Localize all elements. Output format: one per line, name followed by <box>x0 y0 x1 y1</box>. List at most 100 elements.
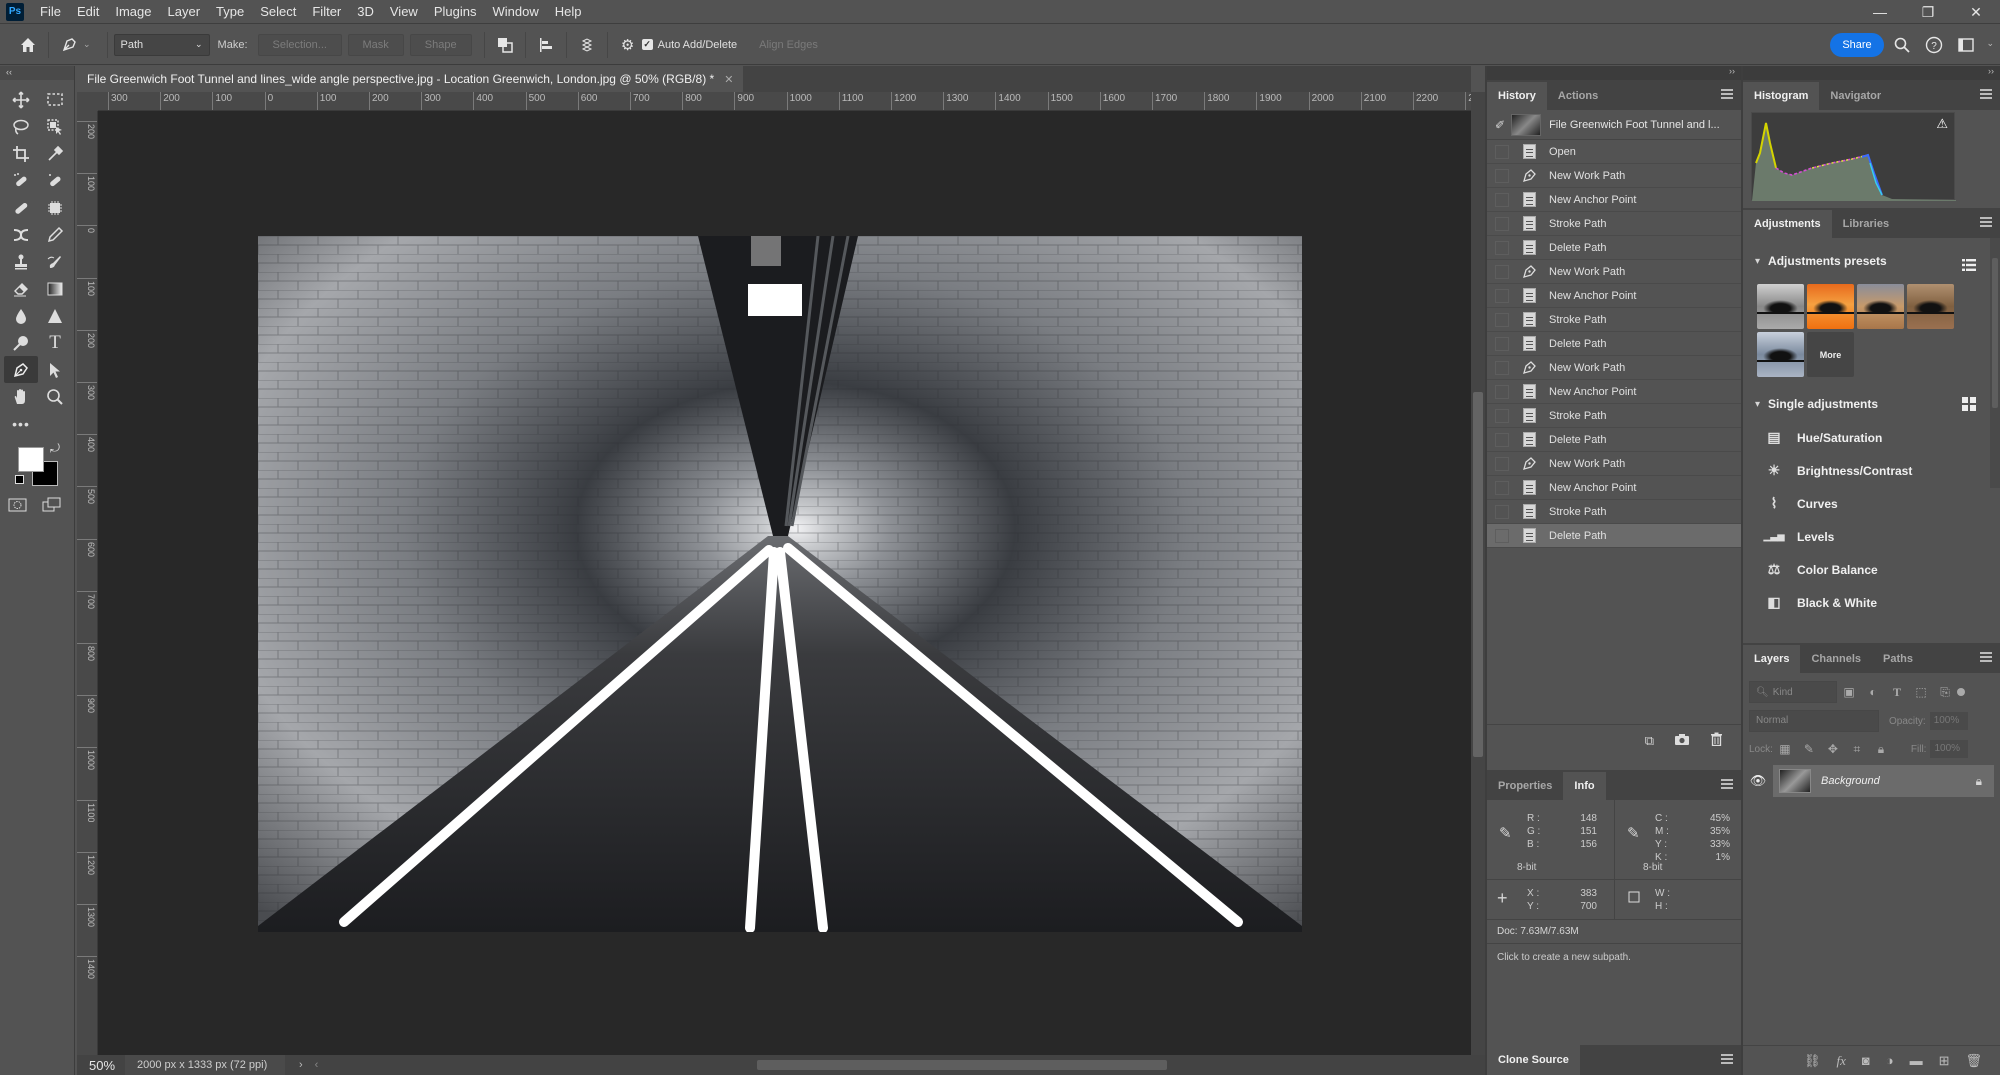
ruler-origin[interactable] <box>77 92 98 111</box>
add-mask-icon[interactable]: ◙ <box>1862 1053 1870 1068</box>
patch-tool-icon[interactable] <box>4 194 38 221</box>
history-brush-tool-icon[interactable] <box>38 248 72 275</box>
preset-sunset-orange[interactable] <box>1807 284 1854 329</box>
menu-edit[interactable]: Edit <box>69 4 107 19</box>
history-source-checkbox[interactable] <box>1495 528 1509 543</box>
rectangular-marquee-tool-icon[interactable] <box>38 86 72 113</box>
pencil-tool-icon[interactable] <box>38 221 72 248</box>
new-adjustment-layer-icon[interactable]: ◑ <box>1886 1053 1894 1068</box>
menu-window[interactable]: Window <box>484 4 546 19</box>
history-source-checkbox[interactable] <box>1495 480 1509 495</box>
menu-3d[interactable]: 3D <box>349 4 382 19</box>
history-brush-source-icon[interactable]: ✐ <box>1495 118 1505 132</box>
quick-mask-icon[interactable] <box>8 497 28 516</box>
lock-position-icon[interactable]: ✥ <box>1821 742 1845 756</box>
preset-sepia[interactable] <box>1907 284 1954 329</box>
blur-tool-icon[interactable] <box>4 302 38 329</box>
history-source-checkbox[interactable] <box>1495 168 1509 183</box>
menu-view[interactable]: View <box>382 4 426 19</box>
layer-name[interactable]: Background <box>1821 775 1976 787</box>
adjustment-color-balance[interactable]: ⚖ Color Balance <box>1743 553 2000 586</box>
tab-channels[interactable]: Channels <box>1800 645 1872 673</box>
collapse-toolbar-icon[interactable]: ‹‹ <box>0 66 74 80</box>
history-source-checkbox[interactable] <box>1495 504 1509 519</box>
new-layer-icon[interactable]: ⊞ <box>1939 1053 1950 1069</box>
eyedropper-icon[interactable]: ✎ <box>1499 824 1512 842</box>
fill-field[interactable]: 100% <box>1930 740 1969 758</box>
spot-healing-brush-icon[interactable] <box>4 167 38 194</box>
history-source-checkbox[interactable] <box>1495 456 1509 471</box>
menu-help[interactable]: Help <box>547 4 590 19</box>
chevron-down-icon[interactable]: ⌄ <box>83 39 91 50</box>
eraser-tool-icon[interactable] <box>4 275 38 302</box>
filter-toggle-icon[interactable] <box>1957 688 1965 696</box>
lasso-tool-icon[interactable] <box>4 113 38 140</box>
remove-tool-icon[interactable] <box>4 221 38 248</box>
single-adjustments-header[interactable]: ▾ Single adjustments <box>1743 387 2000 421</box>
vertical-scroll-thumb[interactable] <box>1473 392 1483 757</box>
history-source-checkbox[interactable] <box>1495 216 1509 231</box>
adjustment-curves[interactable]: ⌇ Curves <box>1743 487 2000 520</box>
grid-view-icon[interactable] <box>1962 397 1976 414</box>
document-image[interactable] <box>258 236 1302 932</box>
filter-smart-object-icon[interactable]: ⎘ <box>1933 685 1957 700</box>
history-source-checkbox[interactable] <box>1495 432 1509 447</box>
preset-cool-blue[interactable] <box>1757 332 1804 377</box>
delete-layer-icon[interactable]: 🗑︎ <box>1965 1053 1982 1069</box>
menu-filter[interactable]: Filter <box>304 4 349 19</box>
menu-plugins[interactable]: Plugins <box>426 4 485 19</box>
align-edges-label[interactable]: Align Edges <box>759 39 818 51</box>
swap-colors-icon[interactable]: ⤾ <box>50 441 60 456</box>
menu-select[interactable]: Select <box>252 4 304 19</box>
blend-mode-select[interactable]: Normal <box>1749 710 1879 732</box>
history-source-checkbox[interactable] <box>1495 288 1509 303</box>
history-state[interactable]: Delete Path <box>1487 332 1741 356</box>
history-state[interactable]: New Work Path <box>1487 260 1741 284</box>
vertical-scrollbar[interactable] <box>1471 92 1485 1055</box>
scroll-thumb[interactable] <box>1992 258 1998 408</box>
tab-adjustments[interactable]: Adjustments <box>1743 210 1832 238</box>
tab-paths[interactable]: Paths <box>1872 645 1924 673</box>
tool-mode-select[interactable]: Path ⌄ <box>113 33 210 56</box>
tab-history[interactable]: History <box>1487 82 1547 110</box>
panel-menu-icon[interactable] <box>1980 652 1992 662</box>
lock-all-icon[interactable]: 🔒︎ <box>1869 742 1893 757</box>
adjustment-levels[interactable]: ▁▃▅ Levels <box>1743 520 2000 553</box>
new-document-from-state-icon[interactable]: ⧉ <box>1645 733 1654 749</box>
tab-info[interactable]: Info <box>1563 772 1606 800</box>
history-state[interactable]: Stroke Path <box>1487 212 1741 236</box>
status-menu-arrow-icon[interactable]: › <box>299 1059 303 1071</box>
history-state[interactable]: Delete Path <box>1487 236 1741 260</box>
auto-add-delete-checkbox[interactable]: ✓ <box>641 39 653 50</box>
sharpen-tool-icon[interactable] <box>38 302 72 329</box>
link-layers-icon[interactable]: ⛓︎ <box>1804 1053 1821 1069</box>
layer-row[interactable]: 👁︎ Background 🔒︎ <box>1743 765 2000 797</box>
close-document-icon[interactable]: ✕ <box>724 73 733 86</box>
new-group-icon[interactable]: ▬ <box>1910 1053 1923 1068</box>
history-state[interactable]: Stroke Path <box>1487 308 1741 332</box>
history-source-checkbox[interactable] <box>1495 192 1509 207</box>
dodge-tool-icon[interactable] <box>4 329 38 356</box>
tab-clone-source[interactable]: Clone Source <box>1487 1045 1580 1075</box>
pen-tool-preset-icon[interactable] <box>55 31 83 59</box>
adjustment-black-white[interactable]: ◧ Black & White <box>1743 586 2000 619</box>
history-state[interactable]: New Anchor Point <box>1487 188 1741 212</box>
lock-icon[interactable]: 🔒︎ <box>1976 774 1982 789</box>
panel-menu-icon[interactable] <box>1980 217 1992 227</box>
screen-mode-icon[interactable] <box>42 497 62 516</box>
history-state[interactable]: New Work Path <box>1487 164 1741 188</box>
zoom-level[interactable]: 50% <box>77 1058 125 1073</box>
gear-icon[interactable]: ⚙ <box>614 31 642 59</box>
workspace-icon[interactable] <box>1954 33 1978 57</box>
preset-warm[interactable] <box>1857 284 1904 329</box>
history-source-checkbox[interactable] <box>1495 408 1509 423</box>
preset-grayscale[interactable] <box>1757 284 1804 329</box>
help-icon[interactable]: ? <box>1922 33 1946 57</box>
history-source-checkbox[interactable] <box>1495 384 1509 399</box>
default-colors-icon[interactable] <box>15 475 24 484</box>
path-alignment-icon[interactable] <box>532 31 560 59</box>
close-window-button[interactable]: ✕ <box>1952 0 2000 24</box>
layer-kind-filter[interactable]: 🔍︎ Kind <box>1749 681 1837 703</box>
horizontal-scrollbar[interactable] <box>307 1058 1485 1072</box>
panel-menu-icon[interactable] <box>1721 1054 1733 1064</box>
